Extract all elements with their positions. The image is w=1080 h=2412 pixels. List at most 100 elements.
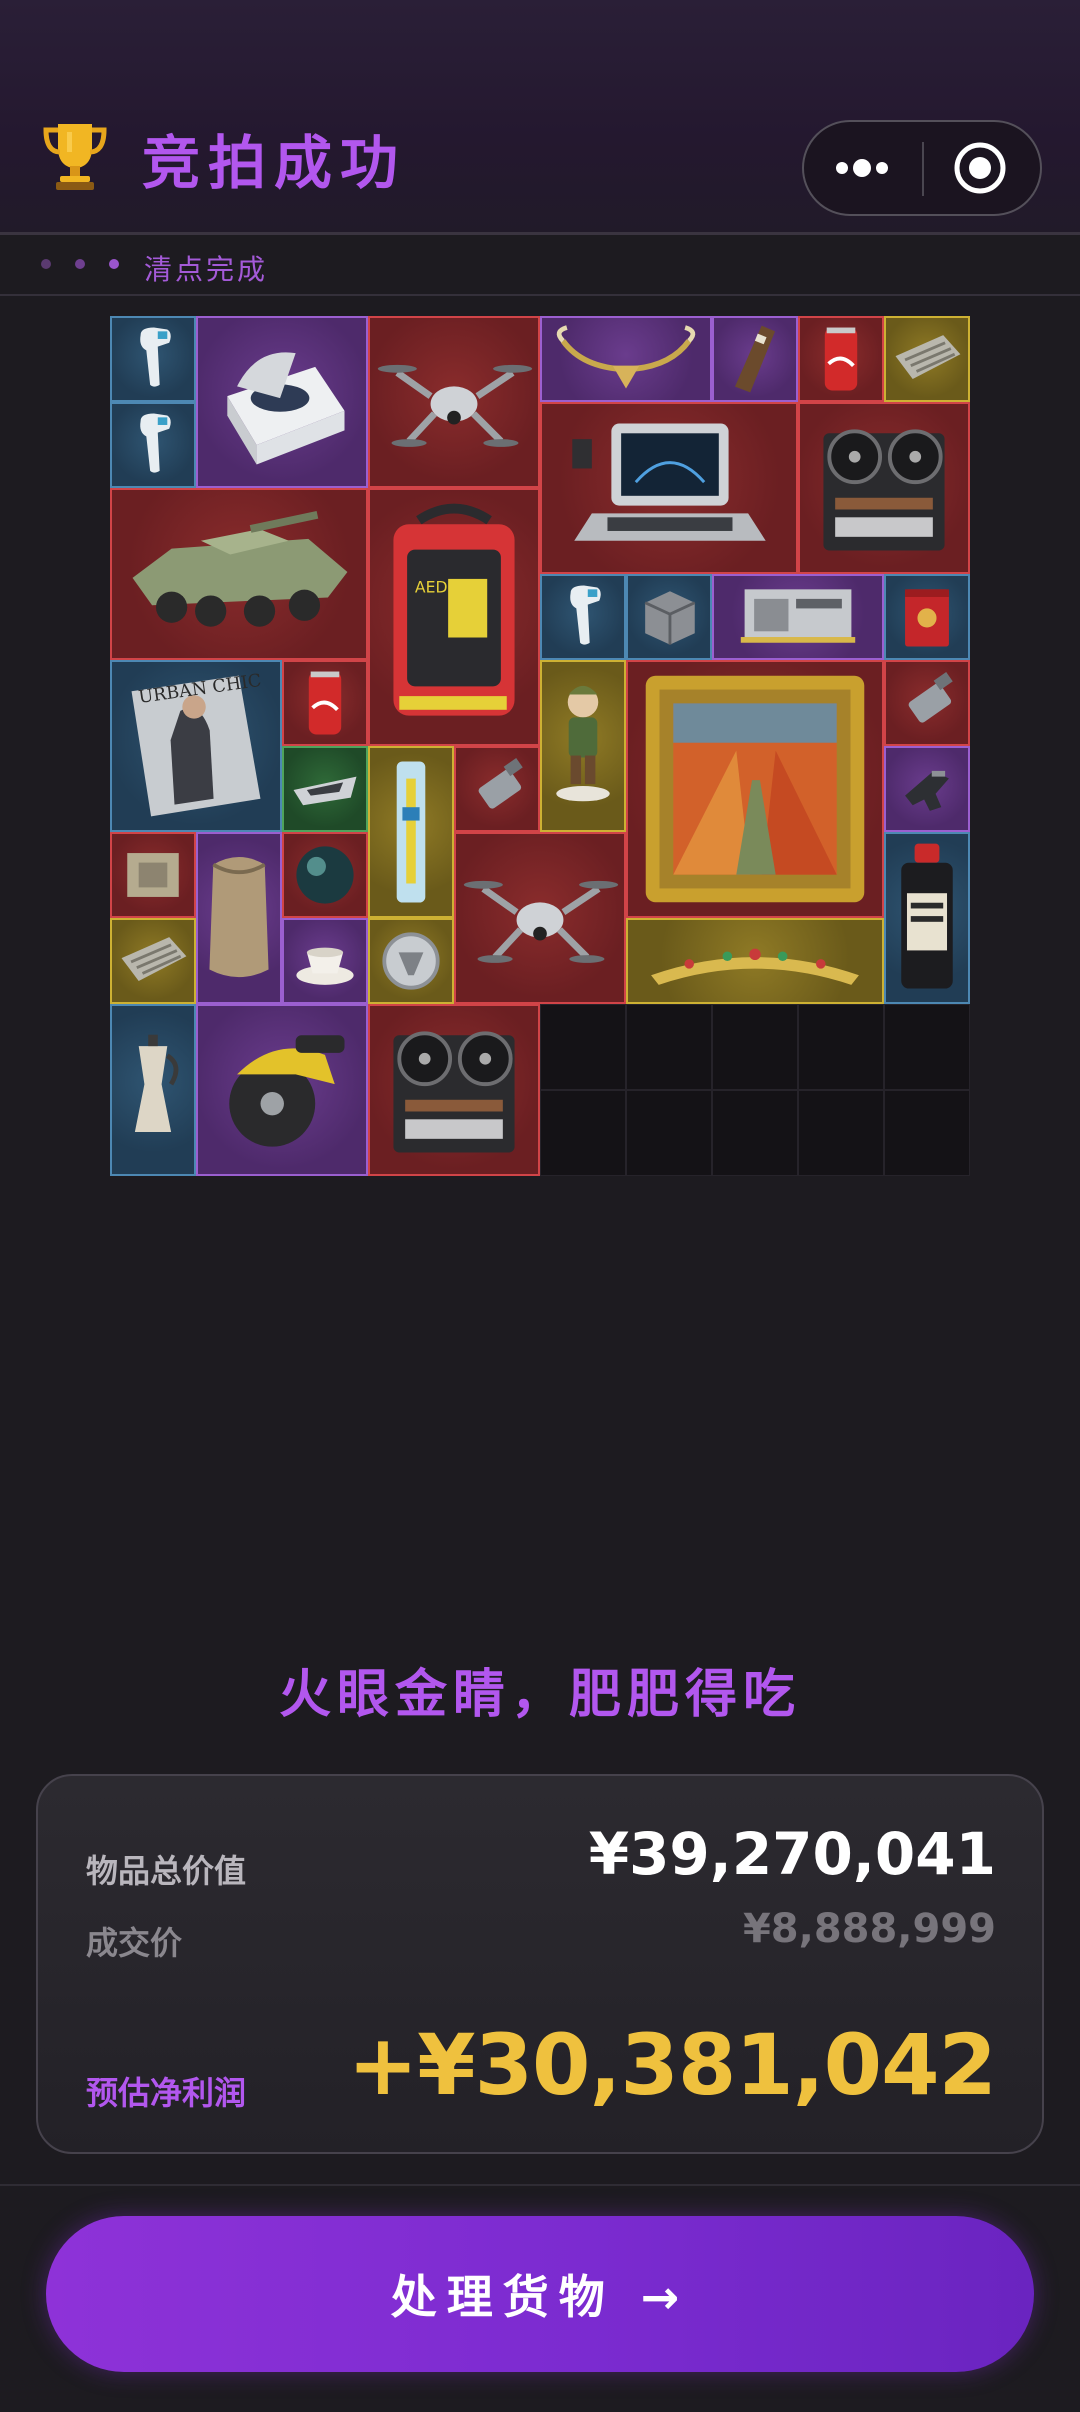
item-tape-recorder[interactable]: [368, 1004, 540, 1176]
pistol-part-icon: [905, 770, 949, 811]
progress-dots-icon: [41, 259, 119, 269]
thermometer-icon: [570, 585, 601, 645]
item-armored-vehicle[interactable]: [110, 488, 368, 660]
total-value-label: 物品总价值: [86, 1852, 247, 1890]
footer-divider: [0, 2184, 1080, 2186]
header: 竞拍成功: [0, 0, 1080, 232]
empty-slot: [712, 1004, 798, 1090]
circular-saw-icon: [229, 1035, 345, 1147]
item-power-module[interactable]: [626, 574, 712, 660]
item-graphics-card[interactable]: [712, 574, 884, 660]
more-button[interactable]: [804, 122, 922, 214]
tea-tin-icon: [905, 589, 949, 647]
silver-medal-icon: [382, 932, 440, 990]
item-circuit[interactable]: [110, 832, 196, 918]
item-cola[interactable]: [282, 660, 368, 746]
graphics-card-icon: [740, 589, 856, 643]
black-powder-bottle-icon: [901, 843, 953, 989]
circuit-board-icon: [121, 937, 187, 982]
item-pouch[interactable]: [196, 832, 282, 1004]
empty-slot: [884, 1004, 970, 1090]
item-black-powder[interactable]: [884, 832, 970, 1004]
grenade-icon: [908, 672, 953, 723]
item-necklace[interactable]: [540, 316, 712, 402]
status-label: 清点完成: [144, 253, 269, 286]
item-figurine[interactable]: [540, 660, 626, 832]
item-pistol-part[interactable]: [884, 746, 970, 832]
energy-bar-icon: [734, 325, 776, 393]
profit-value: +¥30,381,042: [347, 2016, 997, 2114]
page-title: 竞拍成功: [142, 129, 407, 197]
item-centrifuge[interactable]: [196, 316, 368, 488]
reel-recorder-icon: [823, 429, 945, 551]
armored-vehicle-icon: [132, 510, 348, 627]
empty-slot: [540, 1004, 626, 1090]
item-circuit[interactable]: [884, 316, 970, 402]
empty-slot: [626, 1090, 712, 1176]
cola-can-icon: [824, 327, 858, 391]
more-dots-icon: [836, 159, 888, 177]
item-boat-model[interactable]: [282, 746, 368, 832]
item-aed[interactable]: AED: [368, 488, 540, 746]
item-medal[interactable]: [368, 918, 454, 1004]
moka-pot-icon: [134, 1034, 179, 1132]
empty-slot: [712, 1090, 798, 1176]
circuit-board-icon: [895, 335, 961, 380]
item-tea-cup[interactable]: [282, 918, 368, 1004]
slogan: 火眼金睛，肥肥得吃: [278, 1665, 801, 1725]
aed-icon: AED: [393, 503, 515, 716]
deal-price: ¥8,888,999: [742, 1906, 996, 1952]
item-tea-tin[interactable]: [884, 574, 970, 660]
item-magazine[interactable]: URBAN CHIC: [110, 660, 282, 832]
trophy-icon: [43, 124, 107, 190]
empty-slot: [540, 1090, 626, 1176]
figurine-icon: [556, 685, 610, 802]
necklace-icon: [556, 325, 696, 389]
deal-price-label: 成交价: [86, 1924, 183, 1962]
empty-slot: [884, 1090, 970, 1176]
empty-slot: [798, 1004, 884, 1090]
item-tape-recorder[interactable]: [798, 402, 970, 574]
item-moka-pot[interactable]: [110, 1004, 196, 1176]
mini-program-capsule: [802, 120, 1042, 216]
boat-model-icon: [293, 776, 357, 806]
framed-painting-icon: [645, 675, 865, 903]
item-drone[interactable]: [368, 316, 540, 488]
item-thermometer[interactable]: [110, 316, 196, 402]
item-syringe[interactable]: [368, 746, 454, 918]
item-thermometer[interactable]: [540, 574, 626, 660]
summary-card: 物品总价值 ¥39,270,041 成交价 ¥8,888,999 预估净利润 +…: [36, 1774, 1044, 2154]
item-grenade[interactable]: [454, 746, 540, 832]
item-circular-saw[interactable]: [196, 1004, 368, 1176]
item-laptop[interactable]: [540, 402, 798, 574]
glass-orb-icon: [296, 846, 354, 904]
item-painting[interactable]: [626, 660, 884, 918]
tea-cup-icon: [296, 947, 354, 985]
item-glass-orb[interactable]: [282, 832, 368, 918]
tiara-icon: [651, 948, 859, 985]
process-goods-button[interactable]: 处理货物 →: [46, 2216, 1034, 2372]
svg-text:AED: AED: [415, 579, 448, 597]
close-button[interactable]: [924, 122, 1042, 214]
item-drone[interactable]: [454, 832, 626, 1004]
reel-recorder-icon: [393, 1031, 515, 1153]
profit-label: 预估净利润: [86, 2074, 247, 2112]
drone-icon: [377, 364, 533, 447]
item-grenade[interactable]: [884, 660, 970, 746]
item-circuit[interactable]: [110, 918, 196, 1004]
item-tiara[interactable]: [626, 918, 884, 1004]
empty-slot: [798, 1090, 884, 1176]
item-cola[interactable]: [798, 316, 884, 402]
drone-icon: [463, 880, 619, 963]
cola-can-icon: [308, 671, 342, 735]
item-energy-bar[interactable]: [712, 316, 798, 402]
centrifuge-icon: [227, 352, 345, 465]
total-value: ¥39,270,041: [588, 1820, 996, 1888]
inventory-grid: AED URBAN CHIC: [110, 316, 970, 1176]
syringe-icon: [396, 761, 426, 903]
thermometer-icon: [140, 413, 171, 473]
magazine-icon: URBAN CHIC: [131, 671, 263, 817]
item-thermometer[interactable]: [110, 402, 196, 488]
circuit-board-icon: [127, 853, 179, 897]
power-module-icon: [644, 591, 696, 645]
